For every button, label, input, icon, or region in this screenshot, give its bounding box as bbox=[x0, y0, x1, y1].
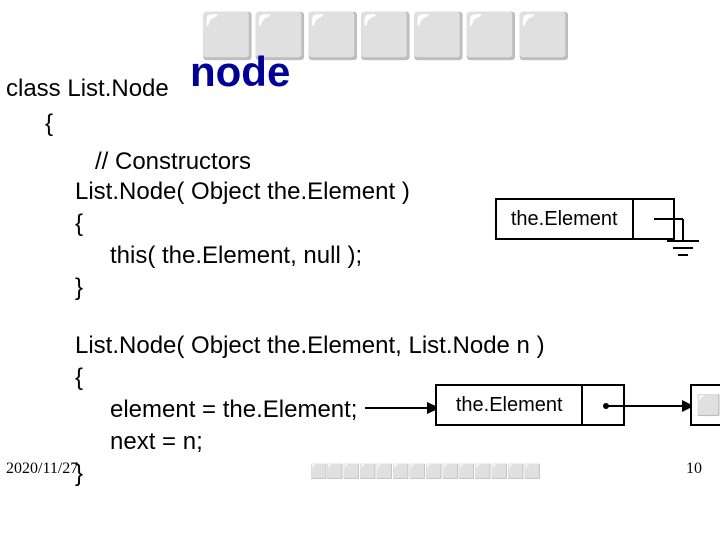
code-ctor2-open: { bbox=[75, 364, 83, 392]
title-word: node bbox=[190, 48, 290, 96]
code-ctor2-body-element: element = the.Element; bbox=[110, 396, 357, 424]
code-ctor1-open: { bbox=[75, 210, 83, 238]
footer-page-number: 10 bbox=[686, 460, 702, 478]
code-brace-open: { bbox=[45, 110, 53, 138]
code-ctor2-signature: List.Node( Object the.Element, List.Node… bbox=[75, 332, 545, 360]
arrow-box2-to-box3 bbox=[602, 396, 694, 426]
code-comment-constructors: // Constructors bbox=[95, 148, 251, 176]
node-box-1: the.Element bbox=[495, 198, 675, 240]
code-ctor2-body-next: next = n; bbox=[110, 428, 203, 456]
footer-glyphs: ⬜⬜⬜⬜⬜⬜⬜⬜⬜⬜⬜⬜⬜⬜ bbox=[310, 463, 540, 480]
node-box-3-glyphs: ⬜⬜⬜ bbox=[692, 386, 720, 424]
code-ctor1-close: } bbox=[75, 274, 83, 302]
code-ctor1-body: this( the.Element, null ); bbox=[110, 242, 362, 270]
footer-date: 2020/11/27 bbox=[6, 460, 78, 478]
node-box-3: ⬜⬜⬜ bbox=[690, 384, 720, 426]
code-class-declaration: class List.Node bbox=[6, 75, 169, 103]
node-box-1-data: the.Element bbox=[497, 200, 634, 238]
code-ctor1-signature: List.Node( Object the.Element ) bbox=[75, 178, 410, 206]
null-ground-icon bbox=[672, 219, 712, 269]
arrow-element-to-box2 bbox=[365, 395, 440, 425]
node-box-2-data: the.Element bbox=[437, 386, 583, 424]
node-box-2: the.Element bbox=[435, 384, 625, 426]
